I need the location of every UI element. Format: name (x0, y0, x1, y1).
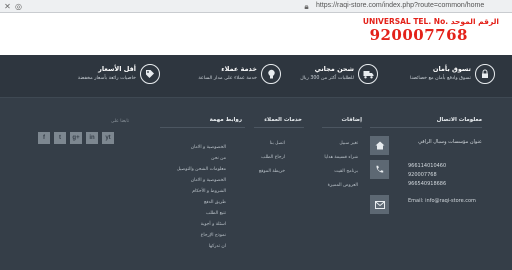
column-divider (254, 127, 304, 128)
footer-link[interactable]: نموذج الإرجاع (201, 233, 226, 238)
footer-link[interactable]: ارجاع الطلب (261, 155, 285, 160)
customer-service-title: خدمات العملاء (264, 117, 302, 123)
footer-link[interactable]: من نحن (211, 156, 226, 161)
feature-title: خدمة عملاء (221, 65, 257, 73)
feature-subtitle: للطلبات أكثر من 300 ريال (300, 76, 354, 81)
social-glyph: g+ (72, 135, 80, 141)
url-text[interactable]: https://raqi-store.com/index.php?route=c… (316, 2, 484, 9)
lightbulb-icon (261, 64, 281, 84)
footer-link[interactable]: برنامج القيت (334, 169, 358, 174)
social-glyph: f (43, 135, 45, 141)
feature-subtitle: خدمة عملاء على مدار الساعة (198, 76, 257, 81)
feature-title: أقل الأسعار (98, 65, 136, 73)
google-plus-icon[interactable]: g+ (70, 132, 82, 144)
contact-title: معلومات الاتصال (436, 117, 482, 123)
site-header: UNIVERSAL TEL. No. الرقم الموحد 92000776… (0, 13, 512, 55)
social-glyph: in (89, 135, 95, 141)
lock-icon: 🔒︎ (304, 2, 309, 11)
footer-link[interactable]: العروض المميزة (328, 183, 358, 188)
footer-link[interactable]: الشروط و الأحكام (192, 189, 226, 194)
footer-link[interactable]: شراء قسيمة هدايا (324, 155, 358, 160)
follow-us-label: تابعنا على (110, 119, 129, 124)
column-divider (322, 127, 362, 128)
shield-icon: ◎ (15, 2, 22, 11)
tag-icon (140, 64, 160, 84)
feature-free-shipping[interactable]: شحن مجاني للطلبات أكثر من 300 ريال (278, 63, 378, 91)
footer-link[interactable]: الخصوصية و الامان (191, 178, 226, 183)
footer-link[interactable]: ان تدركها (209, 244, 226, 249)
twitter-icon[interactable]: t (54, 132, 66, 144)
phone-icon (370, 160, 389, 179)
footer-link[interactable]: تغير سبيل (339, 141, 358, 146)
footer-link[interactable]: اسئلة و أجوبة (201, 222, 226, 227)
feature-subtitle: تسوق وادفع بأمان مع خصائصنا (409, 76, 471, 81)
feature-subtitle: خاصيات رائعة بأسعار مخفضة (77, 76, 136, 81)
contact-address: عنوان مؤسسات وسبال الراقي (418, 139, 482, 145)
footer-link[interactable]: خريطة الموقع (259, 169, 285, 174)
extras-title: إضافات (341, 117, 362, 123)
social-glyph: yt (105, 135, 111, 141)
footer-link[interactable]: الخصوصية و الامان (191, 145, 226, 150)
lock-icon (475, 64, 495, 84)
truck-icon (358, 64, 378, 84)
tel-number[interactable]: 920007768 (370, 26, 468, 44)
important-links-title: روابط مهمة (209, 117, 242, 123)
feature-title: تسوق بأمان (432, 65, 471, 73)
feature-title: شحن مجاني (314, 65, 354, 73)
column-divider (370, 127, 482, 128)
envelope-icon (370, 195, 389, 214)
features-strip: تسوق بأمان تسوق وادفع بأمان مع خصائصنا ش… (0, 55, 512, 97)
linkedin-icon[interactable]: in (86, 132, 98, 144)
column-divider (160, 127, 245, 128)
facebook-icon[interactable]: f (38, 132, 50, 144)
contact-phone-2[interactable]: 920007768 (408, 172, 437, 178)
feature-lowest-prices[interactable]: أقل الأسعار خاصيات رائعة بأسعار مخفضة (40, 63, 160, 91)
contact-email[interactable]: Email: info@raqi-store.com (408, 198, 476, 204)
footer-link[interactable]: معلومات الشحن والتوصيل (177, 167, 226, 172)
contact-phone-3[interactable]: 966540918686 (408, 181, 446, 187)
youtube-icon[interactable]: yt (102, 132, 114, 144)
social-glyph: t (59, 135, 61, 141)
home-icon (370, 136, 389, 155)
tel-label: UNIVERSAL TEL. No. الرقم الموحد (362, 17, 499, 26)
footer-divider (0, 97, 512, 98)
feature-customer-service[interactable]: خدمة عملاء خدمة عملاء على مدار الساعة (170, 63, 281, 91)
feature-secure-shopping[interactable]: تسوق بأمان تسوق وادفع بأمان مع خصائصنا (375, 63, 495, 91)
footer-link[interactable]: اتصل بنا (270, 141, 285, 146)
close-tab-icon[interactable]: ✕ (3, 2, 12, 11)
footer-link[interactable]: طريق الدفع (204, 200, 226, 205)
footer-link[interactable]: تتبع الطلب (206, 211, 226, 216)
browser-url-bar[interactable]: ✕ ◎ 🔒︎ https://raqi-store.com/index.php?… (0, 0, 512, 13)
contact-phone-1[interactable]: 966114010460 (408, 163, 446, 169)
